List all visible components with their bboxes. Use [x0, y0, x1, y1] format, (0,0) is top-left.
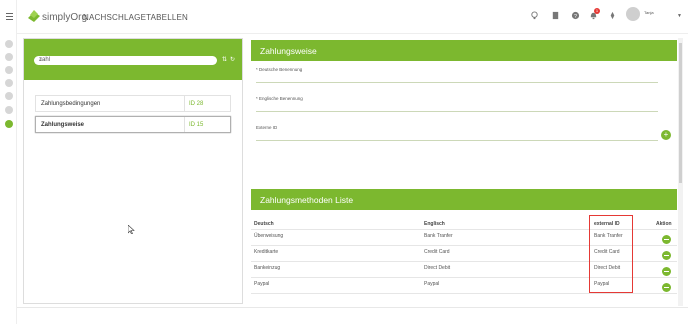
refresh-icon[interactable]: ↻	[230, 56, 235, 63]
page-title: NACHSCHLAGETABELLEN	[83, 13, 189, 22]
nav-icon-2[interactable]	[5, 53, 13, 61]
external-id-field[interactable]	[256, 140, 658, 141]
nav-icon-4[interactable]	[5, 79, 13, 87]
search-input[interactable]: zahl ⌕	[34, 56, 217, 65]
add-button[interactable]: +	[661, 130, 671, 140]
german-name-label: * Deutsche Benennung	[256, 67, 303, 72]
nav-icon-5[interactable]	[5, 92, 13, 100]
avatar[interactable]	[626, 7, 640, 21]
cell-deutsch: Kreditkarte	[254, 249, 279, 255]
menu-icon[interactable]	[6, 13, 13, 22]
column-header-deutsch[interactable]: Deutsch	[254, 221, 274, 227]
chevron-down-icon[interactable]: ▼	[677, 13, 682, 19]
cell-deutsch: Bankeinzug	[254, 265, 281, 271]
rocket-icon[interactable]	[608, 11, 617, 20]
list-item[interactable]: Zahlungsbedingungen ID 28	[35, 95, 231, 112]
lookup-table-list: Zahlungsbedingungen ID 28 Zahlungsweise …	[35, 95, 231, 137]
delete-button[interactable]	[662, 251, 671, 260]
icon-sidebar	[0, 0, 17, 324]
logo-text: simplyOrg	[42, 12, 88, 23]
delete-button[interactable]	[662, 283, 671, 292]
page-scrollbar[interactable]	[678, 38, 683, 306]
cell-englisch: Direct Debit	[424, 265, 451, 271]
nav-icon-1[interactable]	[5, 40, 13, 48]
nav-icon-3[interactable]	[5, 66, 13, 74]
external-id-highlight-box	[589, 215, 633, 293]
nav-icon-active[interactable]	[5, 120, 13, 128]
column-header-englisch[interactable]: Englisch	[424, 221, 445, 227]
list-item-selected[interactable]: Zahlungsweise ID 15	[35, 116, 231, 133]
svg-text:?: ?	[574, 14, 577, 20]
book-icon[interactable]	[551, 11, 560, 20]
mouse-cursor-icon	[128, 225, 135, 234]
footer-bar	[17, 307, 688, 324]
detail-title: Zahlungsweise	[251, 40, 677, 61]
lightbulb-icon[interactable]	[530, 11, 539, 20]
list-item-name: Zahlungsbedingungen	[41, 101, 101, 107]
search-bar-area: zahl ⌕ ⇅ ↻	[24, 39, 242, 80]
nav-icon-6[interactable]	[5, 106, 13, 114]
scrollbar-thumb[interactable]	[679, 43, 682, 183]
notification-badge: 1	[594, 8, 600, 14]
top-header: simplyOrg NACHSCHLAGETABELLEN ? 1 Tanja …	[17, 0, 688, 34]
cell-englisch: Credit Card	[424, 249, 450, 255]
list-item-name: Zahlungsweise	[41, 122, 85, 128]
english-name-field[interactable]	[256, 111, 658, 112]
delete-button[interactable]	[662, 235, 671, 244]
list-item-id: ID 15	[189, 122, 204, 128]
column-header-aktion: Aktion	[656, 221, 672, 227]
cell-englisch: Paypal	[424, 281, 440, 287]
user-name[interactable]: Tanja	[644, 10, 654, 15]
english-name-label: * Englische Benennung	[256, 96, 303, 101]
methods-title: Zahlungsmethoden Liste	[251, 189, 677, 210]
lookup-list-panel: zahl ⌕ ⇅ ↻ Zahlungsbedingungen ID 28 Zah…	[23, 38, 243, 304]
sort-icon[interactable]: ⇅	[222, 56, 227, 63]
help-icon[interactable]: ?	[571, 11, 580, 20]
simplyorg-logo-icon	[28, 10, 40, 22]
delete-button[interactable]	[662, 267, 671, 276]
cell-deutsch: Überweisung	[254, 233, 284, 239]
german-name-field[interactable]	[256, 82, 658, 83]
cell-englisch: Bank Tranfer	[424, 233, 453, 239]
search-icon[interactable]: ⌕	[39, 57, 212, 64]
list-item-id: ID 28	[189, 101, 204, 107]
external-id-label: Externe ID	[256, 125, 278, 130]
cell-deutsch: Paypal	[254, 281, 270, 287]
